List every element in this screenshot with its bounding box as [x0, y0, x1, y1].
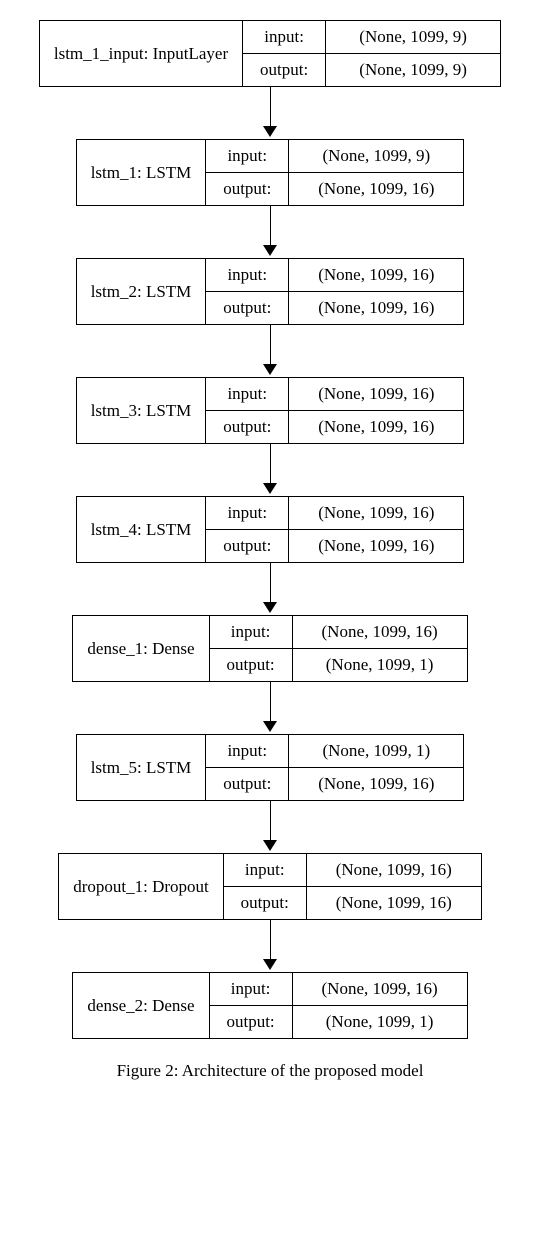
- layer-node: dense_1: Dense input: (None, 1099, 16) o…: [72, 615, 467, 682]
- layer-input-row: input: (None, 1099, 9): [206, 140, 463, 172]
- output-shape: (None, 1099, 16): [289, 411, 463, 443]
- arrow-down-icon: [263, 682, 277, 734]
- output-label: output:: [206, 768, 289, 800]
- output-label: output:: [210, 1006, 293, 1038]
- layer-output-row: output: (None, 1099, 1): [210, 1005, 467, 1038]
- layer-name: dense_2: Dense: [73, 973, 209, 1038]
- layer-name: dense_1: Dense: [73, 616, 209, 681]
- input-shape: (None, 1099, 16): [293, 616, 467, 648]
- output-label: output:: [224, 887, 307, 919]
- layer-node: dropout_1: Dropout input: (None, 1099, 1…: [58, 853, 482, 920]
- layer-output-row: output: (None, 1099, 16): [224, 886, 481, 919]
- arrow-down-icon: [263, 206, 277, 258]
- layer-output-row: output: (None, 1099, 16): [206, 291, 463, 324]
- layer-io: input: (None, 1099, 16) output: (None, 1…: [206, 378, 463, 443]
- input-label: input:: [206, 378, 289, 410]
- output-shape: (None, 1099, 1): [293, 649, 467, 681]
- layer-node: lstm_1_input: InputLayer input: (None, 1…: [39, 20, 501, 87]
- output-shape: (None, 1099, 9): [326, 54, 500, 86]
- input-shape: (None, 1099, 16): [293, 973, 467, 1005]
- input-label: input:: [243, 21, 326, 53]
- layer-input-row: input: (None, 1099, 16): [206, 259, 463, 291]
- layer-name: lstm_3: LSTM: [77, 378, 207, 443]
- input-label: input:: [206, 497, 289, 529]
- layer-output-row: output: (None, 1099, 16): [206, 529, 463, 562]
- output-shape: (None, 1099, 16): [307, 887, 481, 919]
- output-shape: (None, 1099, 16): [289, 768, 463, 800]
- layer-name: lstm_4: LSTM: [77, 497, 207, 562]
- layer-node: lstm_5: LSTM input: (None, 1099, 1) outp…: [76, 734, 465, 801]
- layer-node: dense_2: Dense input: (None, 1099, 16) o…: [72, 972, 467, 1039]
- layer-input-row: input: (None, 1099, 16): [206, 497, 463, 529]
- input-shape: (None, 1099, 9): [326, 21, 500, 53]
- layer-io: input: (None, 1099, 16) output: (None, 1…: [206, 497, 463, 562]
- layer-output-row: output: (None, 1099, 9): [243, 53, 500, 86]
- input-shape: (None, 1099, 16): [289, 259, 463, 291]
- layer-input-row: input: (None, 1099, 16): [224, 854, 481, 886]
- layer-input-row: input: (None, 1099, 1): [206, 735, 463, 767]
- input-label: input:: [210, 616, 293, 648]
- layer-input-row: input: (None, 1099, 16): [210, 973, 467, 1005]
- layer-input-row: input: (None, 1099, 9): [243, 21, 500, 53]
- output-label: output:: [206, 173, 289, 205]
- layer-io: input: (None, 1099, 16) output: (None, 1…: [210, 616, 467, 681]
- layer-io: input: (None, 1099, 1) output: (None, 10…: [206, 735, 463, 800]
- output-label: output:: [206, 292, 289, 324]
- layer-name: lstm_5: LSTM: [77, 735, 207, 800]
- layer-input-row: input: (None, 1099, 16): [206, 378, 463, 410]
- arrow-down-icon: [263, 801, 277, 853]
- arrow-down-icon: [263, 563, 277, 615]
- layer-node: lstm_4: LSTM input: (None, 1099, 16) out…: [76, 496, 465, 563]
- output-shape: (None, 1099, 16): [289, 173, 463, 205]
- input-shape: (None, 1099, 9): [289, 140, 463, 172]
- output-label: output:: [206, 411, 289, 443]
- arrow-down-icon: [263, 87, 277, 139]
- output-label: output:: [210, 649, 293, 681]
- arrow-down-icon: [263, 920, 277, 972]
- figure-caption: Figure 2: Architecture of the proposed m…: [10, 1061, 530, 1081]
- layer-io: input: (None, 1099, 16) output: (None, 1…: [206, 259, 463, 324]
- layer-name: lstm_2: LSTM: [77, 259, 207, 324]
- layer-io: input: (None, 1099, 16) output: (None, 1…: [210, 973, 467, 1038]
- layer-node: lstm_3: LSTM input: (None, 1099, 16) out…: [76, 377, 465, 444]
- input-shape: (None, 1099, 16): [289, 497, 463, 529]
- output-shape: (None, 1099, 16): [289, 530, 463, 562]
- layer-output-row: output: (None, 1099, 16): [206, 767, 463, 800]
- output-shape: (None, 1099, 16): [289, 292, 463, 324]
- layer-node: lstm_1: LSTM input: (None, 1099, 9) outp…: [76, 139, 465, 206]
- layer-io: input: (None, 1099, 9) output: (None, 10…: [206, 140, 463, 205]
- input-label: input:: [224, 854, 307, 886]
- model-architecture-diagram: lstm_1_input: InputLayer input: (None, 1…: [10, 20, 530, 1039]
- layer-output-row: output: (None, 1099, 16): [206, 410, 463, 443]
- input-label: input:: [206, 140, 289, 172]
- output-shape: (None, 1099, 1): [293, 1006, 467, 1038]
- output-label: output:: [206, 530, 289, 562]
- layer-name: lstm_1_input: InputLayer: [40, 21, 243, 86]
- layer-io: input: (None, 1099, 16) output: (None, 1…: [224, 854, 481, 919]
- layer-node: lstm_2: LSTM input: (None, 1099, 16) out…: [76, 258, 465, 325]
- input-label: input:: [210, 973, 293, 1005]
- layer-output-row: output: (None, 1099, 16): [206, 172, 463, 205]
- input-label: input:: [206, 735, 289, 767]
- arrow-down-icon: [263, 325, 277, 377]
- output-label: output:: [243, 54, 326, 86]
- layer-name: dropout_1: Dropout: [59, 854, 224, 919]
- input-shape: (None, 1099, 1): [289, 735, 463, 767]
- layer-name: lstm_1: LSTM: [77, 140, 207, 205]
- input-shape: (None, 1099, 16): [289, 378, 463, 410]
- layer-input-row: input: (None, 1099, 16): [210, 616, 467, 648]
- layer-io: input: (None, 1099, 9) output: (None, 10…: [243, 21, 500, 86]
- layer-output-row: output: (None, 1099, 1): [210, 648, 467, 681]
- input-label: input:: [206, 259, 289, 291]
- input-shape: (None, 1099, 16): [307, 854, 481, 886]
- arrow-down-icon: [263, 444, 277, 496]
